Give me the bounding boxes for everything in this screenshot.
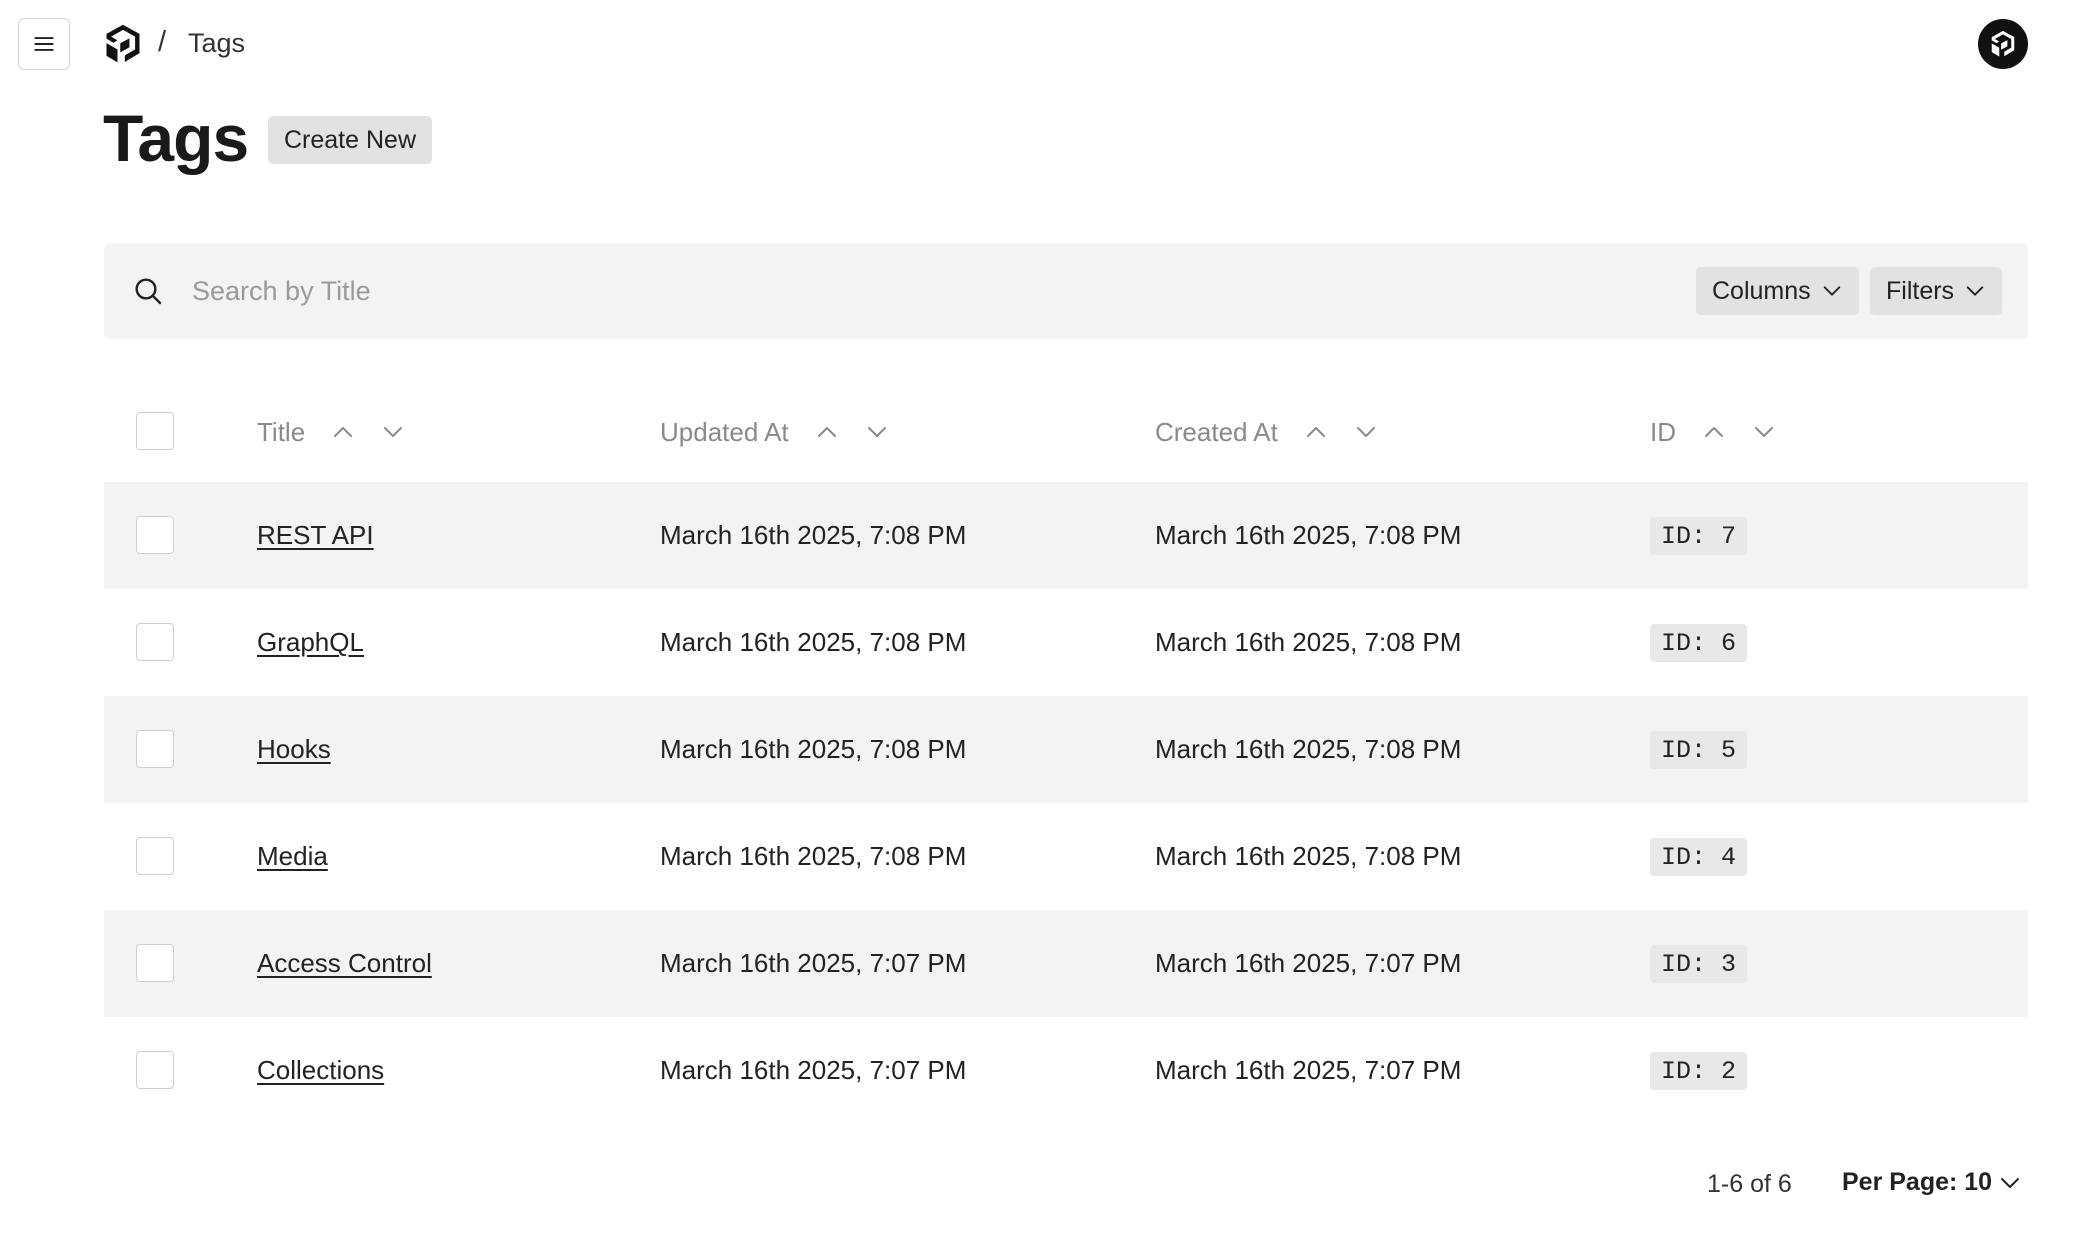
row-title-cell: REST API [257, 518, 374, 552]
row-title-link[interactable]: Collections [257, 1055, 384, 1085]
row-id-badge: ID: 2 [1650, 1052, 1748, 1090]
table-row: Access Control March 16th 2025, 7:07 PM … [104, 910, 2028, 1017]
filters-label: Filters [1886, 276, 1955, 305]
search-icon [135, 278, 162, 305]
table-row: Collections March 16th 2025, 7:07 PM Mar… [104, 1017, 2028, 1124]
row-select-checkbox[interactable] [136, 730, 174, 768]
sort-descending-button[interactable] [377, 416, 409, 448]
columns-toggle-button[interactable]: Columns [1696, 267, 1859, 315]
row-created-at: March 16th 2025, 7:07 PM [1155, 948, 1462, 978]
breadcrumb-current: Tags [188, 28, 246, 58]
filters-toggle-button[interactable]: Filters [1870, 267, 2003, 315]
per-page-label: Per Page: 10 [1842, 1168, 1993, 1196]
chevron-down-icon [1356, 427, 1375, 437]
breadcrumb-separator: / [158, 26, 167, 58]
sort-ascending-button[interactable] [1698, 416, 1730, 448]
chevron-down-icon [1755, 427, 1773, 437]
row-id-badge: ID: 6 [1650, 624, 1748, 662]
row-title-cell: Hooks [257, 732, 331, 766]
row-title-link[interactable]: GraphQL [257, 627, 364, 657]
row-select-checkbox[interactable] [136, 944, 174, 982]
row-id-badge: ID: 4 [1650, 838, 1748, 876]
row-title-cell: Media [257, 839, 328, 873]
chevron-down-icon [1823, 286, 1840, 296]
row-created-at: March 16th 2025, 7:07 PM [1155, 1055, 1462, 1085]
sort-ascending-button[interactable] [327, 416, 359, 448]
row-updated-at: March 16th 2025, 7:08 PM [660, 520, 967, 550]
sort-ascending-button[interactable] [811, 416, 843, 448]
sort-ascending-button[interactable] [1300, 416, 1332, 448]
row-title-cell: Collections [257, 1053, 384, 1087]
create-new-button[interactable]: Create New [268, 116, 432, 164]
column-header-label: Created At [1155, 416, 1278, 447]
chevron-up-icon [1705, 427, 1723, 437]
hamburger-menu-icon [34, 37, 54, 51]
chevron-down-icon [2001, 1177, 2020, 1188]
column-header-updated-at: Updated At [660, 416, 893, 448]
table-row: GraphQL March 16th 2025, 7:08 PM March 1… [104, 589, 2028, 696]
per-page-select[interactable]: Per Page: 10 [1842, 1168, 2022, 1197]
chevron-up-icon [817, 427, 836, 437]
row-title-link[interactable]: REST API [257, 520, 374, 550]
column-header-title: Title [257, 416, 409, 448]
payload-logo-icon[interactable] [101, 22, 145, 66]
sort-descending-button[interactable] [1350, 416, 1382, 448]
chevron-up-icon [1306, 427, 1325, 437]
search-input[interactable] [192, 267, 1192, 315]
column-header-created-at: Created At [1155, 416, 1382, 448]
row-title-link[interactable]: Access Control [257, 948, 432, 978]
chevron-down-icon [384, 427, 403, 437]
row-created-at: March 16th 2025, 7:08 PM [1155, 734, 1462, 764]
row-select-checkbox[interactable] [136, 623, 174, 661]
chevron-down-icon [1966, 286, 1984, 296]
column-header-label: ID [1650, 416, 1676, 447]
row-select-checkbox[interactable] [136, 837, 174, 875]
row-id-badge: ID: 7 [1650, 517, 1748, 555]
row-title-link[interactable]: Hooks [257, 734, 331, 764]
payload-logo-icon [1991, 30, 2015, 57]
chevron-down-icon [867, 427, 886, 437]
column-header-label: Updated At [660, 416, 789, 447]
table-row: Media March 16th 2025, 7:08 PM March 16t… [104, 803, 2028, 910]
page-title: Tags [103, 101, 249, 175]
table-row: REST API March 16th 2025, 7:08 PM March … [104, 482, 2028, 589]
select-all-checkbox[interactable] [136, 412, 174, 450]
row-title-cell: Access Control [257, 946, 432, 980]
row-id-badge: ID: 3 [1650, 945, 1748, 983]
row-select-checkbox[interactable] [136, 1051, 174, 1089]
table-row: Hooks March 16th 2025, 7:08 PM March 16t… [104, 696, 2028, 803]
row-title-cell: GraphQL [257, 625, 364, 659]
pagination-range: 1-6 of 6 [1707, 1170, 1792, 1198]
row-created-at: March 16th 2025, 7:08 PM [1155, 627, 1462, 657]
column-header-label: Title [257, 416, 306, 447]
sort-descending-button[interactable] [861, 416, 893, 448]
list-controls: Columns Filters [104, 243, 2028, 339]
row-created-at: March 16th 2025, 7:08 PM [1155, 841, 1462, 871]
row-updated-at: March 16th 2025, 7:07 PM [660, 1055, 967, 1085]
chevron-up-icon [334, 427, 353, 437]
row-id-badge: ID: 5 [1650, 731, 1748, 769]
row-updated-at: March 16th 2025, 7:08 PM [660, 841, 967, 871]
row-updated-at: March 16th 2025, 7:08 PM [660, 734, 967, 764]
row-updated-at: March 16th 2025, 7:08 PM [660, 627, 967, 657]
account-avatar[interactable] [1978, 19, 2028, 69]
menu-toggle-button[interactable] [18, 18, 70, 70]
column-header-id: ID [1650, 416, 1780, 448]
row-title-link[interactable]: Media [257, 841, 328, 871]
table-header-row: Title Updated At Created At ID [104, 380, 2028, 482]
row-updated-at: March 16th 2025, 7:07 PM [660, 948, 967, 978]
columns-label: Columns [1712, 276, 1811, 305]
sort-descending-button[interactable] [1748, 416, 1780, 448]
row-select-checkbox[interactable] [136, 516, 174, 554]
tags-table: Title Updated At Created At ID REST API … [104, 380, 2028, 1124]
row-created-at: March 16th 2025, 7:08 PM [1155, 520, 1462, 550]
